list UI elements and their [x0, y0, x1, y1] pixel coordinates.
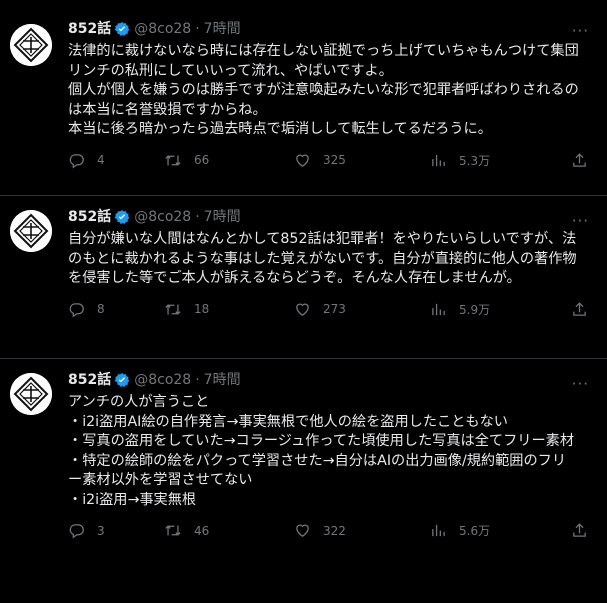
retweet-icon [165, 525, 181, 536]
retweet-count: 46 [194, 523, 210, 538]
action-bar: 4 66 325 5.3万 [68, 152, 588, 169]
reply-count: 4 [97, 153, 105, 167]
like-button[interactable]: 273 [294, 301, 430, 318]
share-icon [573, 152, 586, 167]
views-icon [432, 524, 445, 537]
retweet-icon [165, 154, 181, 166]
tweet-text: 自分が嫌いな人間はなんとかして852話は犯罪者！をやりたいらしいですが、法のもと… [68, 231, 577, 286]
tweet-header: 852話 @8co28 · 7時間 [68, 208, 591, 226]
views-button[interactable]: 5.3万 [430, 152, 558, 169]
avatar-logo-icon [10, 24, 52, 66]
action-bar: 8 18 273 5.9万 [68, 301, 588, 318]
tweet[interactable]: 852話 @8co28 · 7時間 ··· 法律的に裁けないなら時には存在しない… [0, 0, 607, 196]
views-count: 5.3万 [459, 153, 491, 168]
tweet-header: 852話 @8co28 · 7時間 [68, 20, 591, 38]
retweet-count: 66 [194, 153, 210, 167]
timestamp[interactable]: 7時間 [204, 371, 241, 389]
tweet-text: 法律的に裁けないなら時には存在しない証拠でっち上げていちゃもんつけて集団リンチの… [68, 43, 579, 137]
display-name[interactable]: 852話 [68, 20, 111, 38]
tweet-header: 852話 @8co28 · 7時間 [68, 371, 591, 389]
views-button[interactable]: 5.6万 [430, 522, 558, 539]
verified-badge-icon [114, 209, 130, 225]
reply-count: 3 [97, 523, 105, 538]
reply-button[interactable]: 8 [68, 301, 164, 318]
handle[interactable]: @8co28 [134, 20, 191, 38]
share-button[interactable] [571, 522, 588, 539]
like-count: 325 [323, 153, 346, 167]
display-name[interactable]: 852話 [68, 208, 111, 226]
timestamp[interactable]: 7時間 [204, 208, 241, 226]
share-icon [573, 301, 586, 316]
verified-badge-icon [114, 372, 130, 388]
like-button[interactable]: 322 [294, 522, 430, 539]
views-button[interactable]: 5.9万 [430, 301, 558, 318]
like-count: 273 [323, 302, 346, 316]
reply-count: 8 [97, 302, 105, 316]
retweet-icon [165, 303, 181, 315]
like-icon [296, 524, 309, 537]
avatar[interactable] [10, 210, 52, 252]
reply-button[interactable]: 3 [68, 522, 164, 539]
display-name[interactable]: 852話 [68, 371, 111, 389]
views-icon [432, 303, 445, 315]
separator: · [195, 372, 200, 388]
handle[interactable]: @8co28 [134, 371, 191, 389]
more-icon[interactable]: ··· [572, 22, 589, 40]
separator: · [195, 21, 200, 37]
action-bar: 3 46 322 5.6万 [68, 522, 588, 539]
reply-button[interactable]: 4 [68, 152, 164, 169]
retweet-button[interactable]: 66 [164, 152, 294, 169]
views-count: 5.6万 [459, 524, 491, 538]
separator: · [195, 209, 200, 225]
timestamp[interactable]: 7時間 [204, 20, 241, 38]
like-icon [296, 154, 309, 167]
reply-icon [69, 524, 84, 539]
verified-badge-icon [114, 21, 130, 37]
retweet-button[interactable]: 46 [164, 522, 294, 539]
timeline-feed: 852話 @8co28 · 7時間 ··· 法律的に裁けないなら時には存在しない… [0, 0, 607, 603]
share-button[interactable] [571, 152, 588, 169]
share-icon [573, 523, 586, 537]
tweet[interactable]: 852話 @8co28 · 7時間 ··· 自分が嫌いな人間はなんとかして852… [0, 196, 607, 359]
tweet-text: アンチの人が言うこと ・i2i盗用AI絵の自作発言→事実無根で他人の絵を盗用した… [68, 394, 575, 508]
like-button[interactable]: 325 [294, 152, 430, 169]
share-button[interactable] [571, 301, 588, 318]
avatar[interactable] [10, 24, 52, 66]
views-icon [432, 154, 445, 166]
handle[interactable]: @8co28 [134, 208, 191, 226]
avatar-logo-icon [10, 210, 52, 252]
more-icon[interactable]: ··· [572, 212, 589, 230]
avatar[interactable] [10, 373, 52, 415]
avatar-logo-icon [10, 373, 52, 415]
reply-icon [69, 153, 84, 168]
reply-icon [69, 302, 84, 317]
like-icon [296, 303, 309, 316]
views-count: 5.9万 [459, 302, 491, 317]
tweet[interactable]: 852話 @8co28 · 7時間 ··· アンチの人が言うこと ・i2i盗用A… [0, 359, 607, 603]
more-icon[interactable]: ··· [572, 375, 589, 393]
retweet-count: 18 [194, 302, 210, 316]
retweet-button[interactable]: 18 [164, 301, 294, 318]
like-count: 322 [323, 523, 346, 538]
